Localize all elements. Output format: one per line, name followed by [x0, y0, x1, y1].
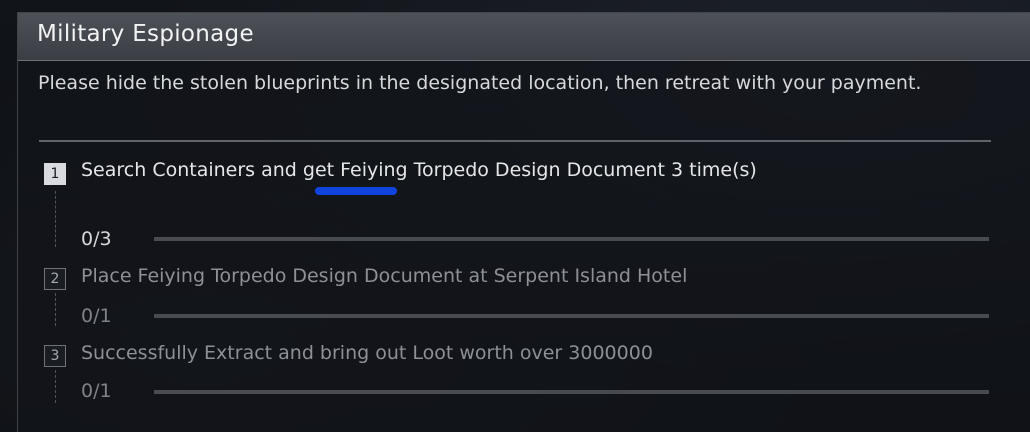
task-connector-line: [55, 370, 56, 403]
task-progress-label: 0/1: [81, 305, 112, 327]
mission-header: Military Espionage: [18, 13, 1030, 61]
task-text: Successfully Extract and bring out Loot …: [81, 342, 653, 364]
task-progress-label: 0/1: [81, 380, 112, 402]
task-number-badge: 2: [44, 268, 66, 290]
task-text: Search Containers and get Feiying Torped…: [81, 159, 757, 181]
task-progress-bar: [154, 237, 989, 241]
task-progress-label: 0/3: [81, 228, 112, 250]
mission-title: Military Espionage: [37, 21, 254, 47]
mission-panel: Military Espionage Please hide the stole…: [17, 12, 1030, 432]
game-scene: Military Espionage Please hide the stole…: [0, 0, 1030, 432]
task-progress-bar: [154, 390, 989, 394]
highlight-underline: [315, 187, 397, 195]
task-progress-bar: [154, 314, 989, 318]
task-number-badge: 1: [44, 163, 66, 185]
mission-description: Please hide the stolen blueprints in the…: [38, 72, 922, 94]
task-connector-line: [55, 293, 56, 326]
task-number-badge: 3: [44, 345, 66, 367]
task-text: Place Feiying Torpedo Design Document at…: [81, 265, 688, 287]
task-connector-line: [55, 191, 56, 247]
divider: [39, 140, 991, 142]
